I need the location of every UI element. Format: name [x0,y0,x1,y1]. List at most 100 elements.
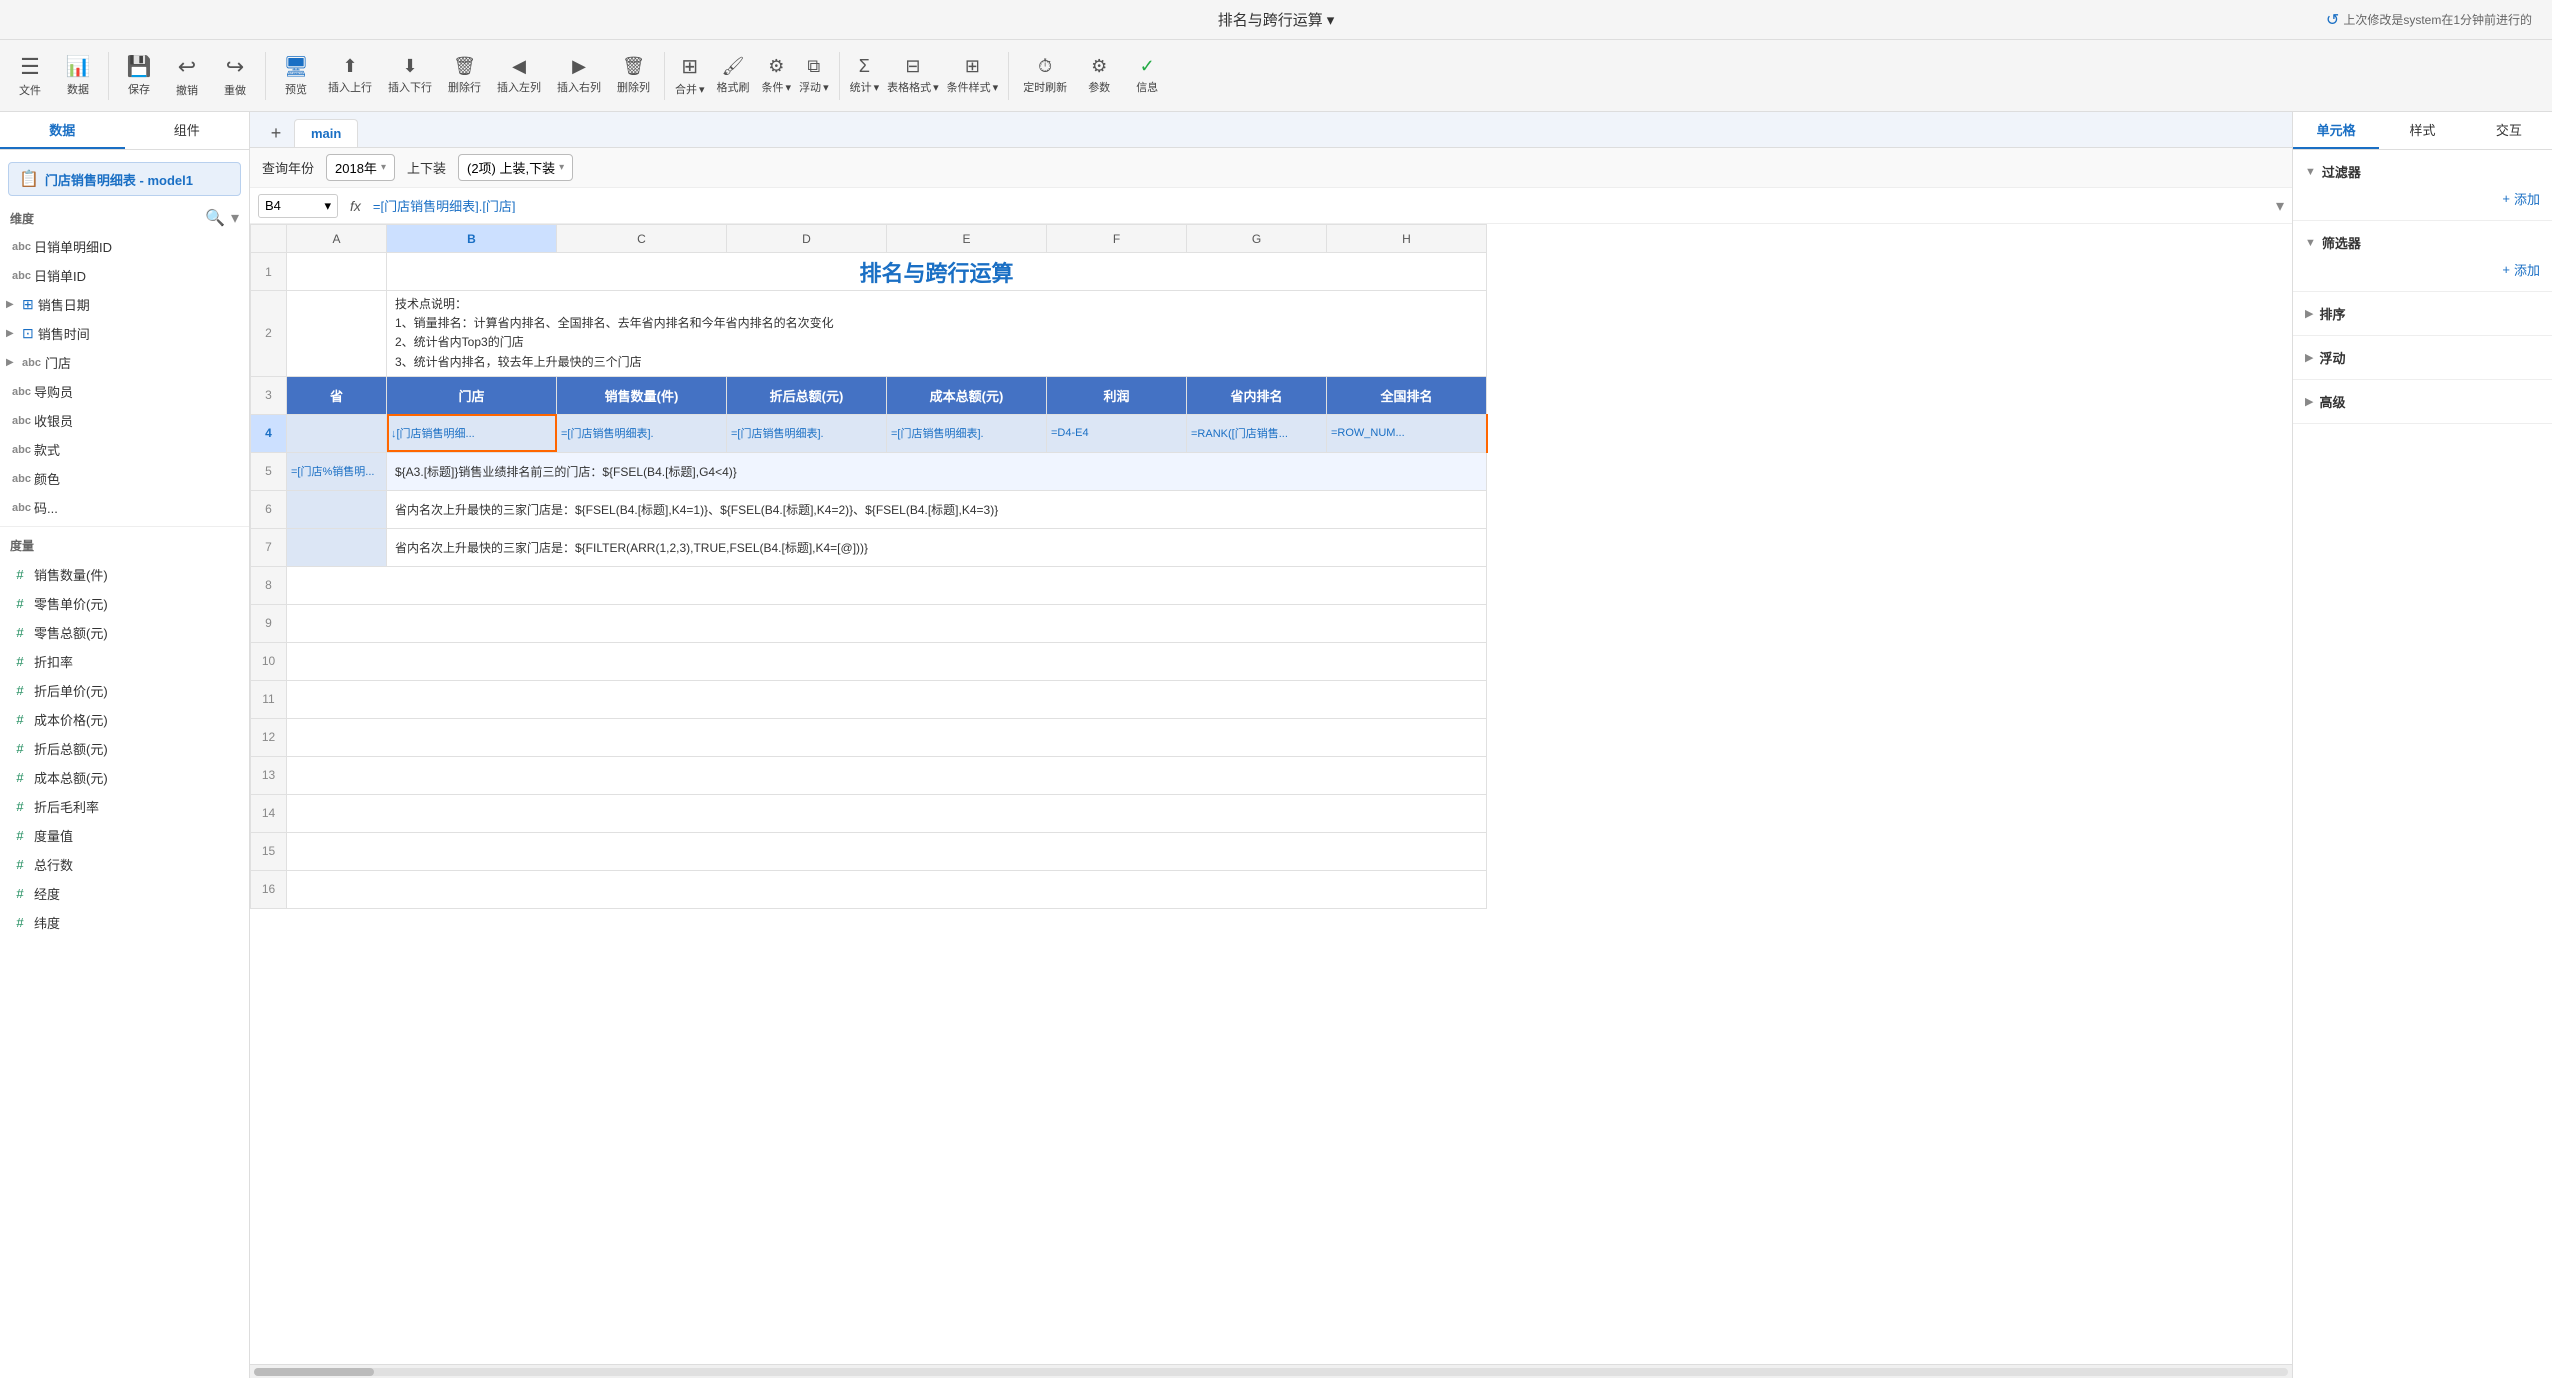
title-dropdown-icon[interactable]: ▾ [1327,11,1335,29]
cell-B3-header[interactable]: 门店 [387,376,557,414]
dataset-header[interactable]: 📋 门店销售明细表 - model1 [8,162,241,196]
add-tab-button[interactable]: + [262,119,290,147]
toolbar-format[interactable]: 🖌 格式刷 [711,46,756,106]
cell-A14[interactable] [287,794,1487,832]
screener-add-button[interactable]: + 添加 [2305,256,2540,283]
col-header-G[interactable]: G [1187,225,1327,253]
field-item-零售单价[interactable]: # 零售单价(元) [0,589,249,618]
horizontal-scrollbar[interactable] [250,1364,2292,1378]
toolbar-insert-down[interactable]: ⬇ 插入下行 [382,46,438,106]
cell-A8[interactable] [287,566,1487,604]
cell-A9[interactable] [287,604,1487,642]
field-item-总行数[interactable]: # 总行数 [0,850,249,879]
toolbar-delete-col[interactable]: 🗑 删除列 [611,46,656,106]
toolbar-delete-row[interactable]: 🗑 删除行 [442,46,487,106]
toolbar-insert-up[interactable]: ⬆ 插入上行 [322,46,378,106]
tab-data[interactable]: 数据 [0,112,125,149]
tab-main[interactable]: main [294,119,358,147]
col-header-F[interactable]: F [1047,225,1187,253]
advanced-section-header[interactable]: ▶ 高级 [2305,388,2540,415]
toolbar-float[interactable]: ⧉ 浮动 ▾ [797,46,831,106]
toolbar-stat[interactable]: Σ 统计 ▾ [848,46,882,106]
cell-A10[interactable] [287,642,1487,680]
toolbar-timer[interactable]: ⏱ 定时刷新 [1017,46,1073,106]
cell-H3-header[interactable]: 全国排名 [1327,376,1487,414]
col-header-A[interactable]: A [287,225,387,253]
field-item-折后单价[interactable]: # 折后单价(元) [0,676,249,705]
cell-ref-display[interactable]: B4 ▾ [258,194,338,218]
toolbar-undo[interactable]: ↩ 撤销 [165,46,209,106]
cell-A1[interactable] [287,253,387,291]
cell-C3-header[interactable]: 销售数量(件) [557,376,727,414]
filter-year-select[interactable]: 2018年 ▾ [326,154,395,181]
field-item-颜色[interactable]: abc 颜色 [0,464,249,493]
filter-add-button[interactable]: + 添加 [2305,185,2540,212]
field-item-纬度[interactable]: # 纬度 [0,908,249,937]
formula-expand-icon[interactable]: ▾ [2276,196,2284,216]
toolbar-table-format[interactable]: ⊟ 表格格式 ▾ [885,46,941,106]
field-group-门店[interactable]: ▶ abc 门店 [0,348,249,377]
field-item-度量值[interactable]: # 度量值 [0,821,249,850]
field-item-折扣率[interactable]: # 折扣率 [0,647,249,676]
scrollbar-thumb[interactable] [254,1368,374,1376]
toolbar-preview[interactable]: 🖥 预览 [274,46,318,106]
toolbar-insert-left[interactable]: ◀ 插入左列 [491,46,547,106]
right-tab-style[interactable]: 样式 [2379,112,2465,149]
right-tab-interact[interactable]: 交互 [2466,112,2552,149]
field-item-折后毛利率[interactable]: # 折后毛利率 [0,792,249,821]
sort-section-header[interactable]: ▶ 排序 [2305,300,2540,327]
field-item-成本总额[interactable]: # 成本总额(元) [0,763,249,792]
field-item-导购员[interactable]: abc 导购员 [0,377,249,406]
cell-A13[interactable] [287,756,1487,794]
float-section-header[interactable]: ▶ 浮动 [2305,344,2540,371]
cell-D4[interactable]: =[门店销售明细表]. [727,414,887,452]
cell-A12[interactable] [287,718,1487,756]
cell-H4[interactable]: =ROW_NUM... [1327,414,1487,452]
cell-D3-header[interactable]: 折后总额(元) [727,376,887,414]
field-item-零售总额[interactable]: # 零售总额(元) [0,618,249,647]
field-item-收银员[interactable]: abc 收银员 [0,406,249,435]
col-header-D[interactable]: D [727,225,887,253]
field-item-销售数量[interactable]: # 销售数量(件) [0,560,249,589]
tab-component[interactable]: 组件 [125,112,250,149]
chevron-down-icon[interactable]: ▾ [231,208,239,228]
filter-type-select[interactable]: (2项) 上装,下装 ▾ [458,154,573,181]
cell-C4[interactable]: =[门店销售明细表]. [557,414,727,452]
cell-B4[interactable]: ↓[门店销售明细... [387,414,557,452]
cell-A2[interactable] [287,291,387,377]
screener-section-header[interactable]: ▼ 筛选器 [2305,229,2540,256]
cell-F3-header[interactable]: 利润 [1047,376,1187,414]
toolbar-condition[interactable]: ⚙ 条件 ▾ [760,46,794,106]
col-header-E[interactable]: E [887,225,1047,253]
search-icon[interactable]: 🔍 [205,208,225,228]
field-item-日销单ID[interactable]: abc 日销单ID [0,261,249,290]
cell-A5[interactable]: =[门店%销售明... [287,452,387,490]
field-item-码[interactable]: abc 码... [0,493,249,522]
cell-F4[interactable]: =D4-E4 [1047,414,1187,452]
field-item-成本价格[interactable]: # 成本价格(元) [0,705,249,734]
toolbar-save[interactable]: 💾 保存 [117,46,161,106]
spreadsheet[interactable]: A B C D E F G H 1 排名与跨行运算 [250,224,2292,1364]
formula-input[interactable] [373,198,2270,213]
toolbar-menu[interactable]: ☰ 文件 [8,46,52,106]
right-tab-cell[interactable]: 单元格 [2293,112,2379,149]
col-header-H[interactable]: H [1327,225,1487,253]
field-item-款式[interactable]: abc 款式 [0,435,249,464]
field-item-日销单明细ID[interactable]: abc 日销单明细ID [0,232,249,261]
cell-A16[interactable] [287,870,1487,908]
toolbar-data[interactable]: 📊 数据 [56,46,100,106]
cell-G3-header[interactable]: 省内排名 [1187,376,1327,414]
toolbar-param[interactable]: ⚙ 参数 [1077,46,1121,106]
field-item-折后总额[interactable]: # 折后总额(元) [0,734,249,763]
toolbar-cond-style[interactable]: ⊞ 条件样式 ▾ [945,46,1001,106]
field-group-销售日期[interactable]: ▶ ⊞ 销售日期 [0,290,249,319]
toolbar-redo[interactable]: ↪ 重做 [213,46,257,106]
toolbar-info[interactable]: ✓ 信息 [1125,46,1169,106]
field-item-经度[interactable]: # 经度 [0,879,249,908]
cell-G4[interactable]: =RANK([门店销售... [1187,414,1327,452]
cell-A15[interactable] [287,832,1487,870]
toolbar-insert-right[interactable]: ▶ 插入右列 [551,46,607,106]
cell-A3-header[interactable]: 省 [287,376,387,414]
cell-A4[interactable] [287,414,387,452]
filter-section-header[interactable]: ▼ 过滤器 [2305,158,2540,185]
